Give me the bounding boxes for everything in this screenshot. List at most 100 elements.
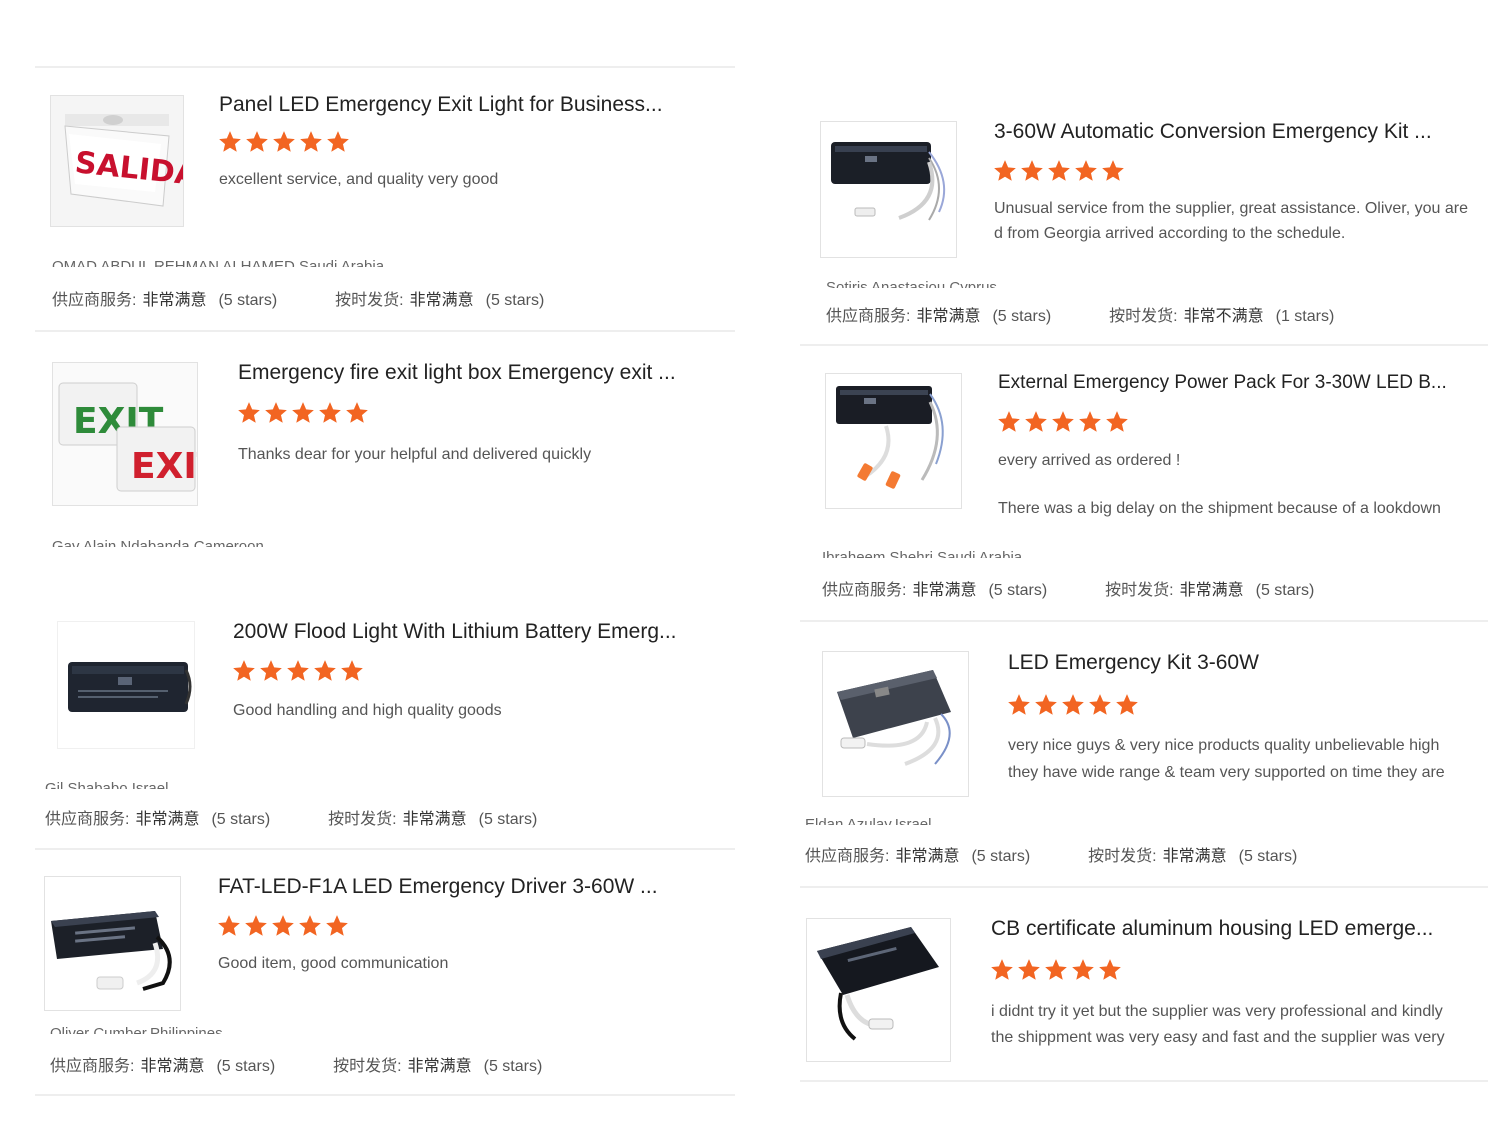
on-time-shipment-stars: (5 stars): [483, 1058, 543, 1075]
star-icon: [319, 402, 341, 423]
star-icon: [1018, 959, 1040, 980]
led-emergency-kit-icon: [823, 652, 968, 796]
rating-stars: [996, 409, 1131, 435]
star-icon: [1116, 694, 1138, 715]
product-title[interactable]: Panel LED Emergency Exit Light for Busin…: [219, 93, 679, 117]
separator: [800, 886, 1488, 888]
reviewer-name: Gil Shababo,Israel: [45, 780, 169, 789]
emergency-driver-box-icon: [58, 622, 194, 748]
star-icon: [1072, 959, 1094, 980]
separator: [35, 1094, 735, 1096]
star-icon: [341, 660, 363, 681]
product-image[interactable]: [57, 621, 195, 749]
star-icon: [246, 131, 268, 152]
rating-stars: [217, 129, 352, 155]
star-icon: [265, 402, 287, 423]
review-comment: Good handling and high quality goods: [233, 702, 502, 719]
review-comment: Unusual service from the supplier, great…: [994, 200, 1468, 217]
star-icon: [1008, 694, 1030, 715]
star-icon: [1045, 959, 1067, 980]
supplier-service-value: 非常满意: [916, 308, 981, 325]
reviewer-name: Gav Alain Ndabanda,Cameroon: [52, 538, 264, 547]
separator: [800, 620, 1488, 622]
star-icon: [260, 660, 282, 681]
supplier-service-value: 非常满意: [142, 292, 207, 309]
on-time-shipment-stars: (5 stars): [1255, 582, 1315, 599]
product-title[interactable]: FAT-LED-F1A LED Emergency Driver 3-60W .…: [218, 875, 688, 899]
reviewer-name: Ibraheem Shehri,Saudi Arabia: [822, 549, 1023, 558]
review-comment: d from Georgia arrived according to the …: [994, 225, 1346, 242]
review-comment: very nice guys & very nice products qual…: [1008, 737, 1440, 754]
supplier-service-label: 供应商服务:: [50, 1058, 135, 1075]
emergency-driver-cable-icon: [45, 877, 180, 1010]
star-icon: [327, 131, 349, 152]
product-title[interactable]: Emergency fire exit light box Emergency …: [238, 361, 728, 385]
star-icon: [1025, 411, 1047, 432]
star-icon: [1106, 411, 1128, 432]
star-icon: [1075, 160, 1097, 181]
rating-summary: 供应商服务: 非常满意 (5 stars) 按时发货: 非常满意 (5 stars): [45, 805, 537, 829]
product-image[interactable]: SALIDA: [50, 95, 184, 227]
on-time-shipment-value: 非常满意: [409, 292, 474, 309]
on-time-shipment-value: 非常满意: [1179, 582, 1244, 599]
rating-summary: 供应商服务: 非常满意 (5 stars) 按时发货: 非常不满意 (1 stars): [826, 302, 1334, 326]
on-time-shipment-label: 按时发货:: [328, 811, 397, 828]
review-comment: they have wide range & team very support…: [1008, 764, 1445, 781]
supplier-service-value: 非常满意: [140, 1058, 205, 1075]
product-title[interactable]: 3-60W Automatic Conversion Emergency Kit…: [994, 120, 1464, 144]
on-time-shipment-value: 非常满意: [402, 811, 467, 828]
star-icon: [287, 660, 309, 681]
supplier-service-stars: (5 stars): [218, 292, 278, 309]
on-time-shipment-stars: (1 stars): [1275, 308, 1335, 325]
product-title[interactable]: External Emergency Power Pack For 3-30W …: [998, 372, 1458, 394]
product-title[interactable]: CB certificate aluminum housing LED emer…: [991, 917, 1471, 941]
star-icon: [300, 131, 322, 152]
reviewer-name: Oliver Cumber,Philippines: [50, 1025, 223, 1034]
rating-summary: 供应商服务: 非常满意 (5 stars) 按时发货: 非常满意 (5 stars): [805, 842, 1297, 866]
separator: [35, 66, 735, 68]
star-icon: [1079, 411, 1101, 432]
product-image[interactable]: [820, 121, 957, 258]
supplier-service-stars: (5 stars): [992, 308, 1052, 325]
star-icon: [245, 915, 267, 936]
review-comment: every arrived as ordered !: [998, 452, 1181, 469]
star-icon: [299, 915, 321, 936]
review-comment: i didnt try it yet but the supplier was …: [991, 1003, 1443, 1020]
on-time-shipment-label: 按时发货:: [1105, 582, 1174, 599]
on-time-shipment-value: 非常不满意: [1183, 308, 1264, 325]
star-icon: [1062, 694, 1084, 715]
product-image[interactable]: [822, 651, 969, 797]
svg-text:EXIT: EXIT: [131, 446, 197, 487]
star-icon: [292, 402, 314, 423]
review-comment: Good item, good communication: [218, 955, 449, 972]
star-icon: [998, 411, 1020, 432]
reviewer-name: Sotiris Anastasiou,Cyprus: [826, 279, 997, 288]
on-time-shipment-stars: (5 stars): [485, 292, 545, 309]
product-image[interactable]: EXIT EXIT: [52, 362, 198, 506]
on-time-shipment-stars: (5 stars): [1238, 848, 1298, 865]
rating-stars: [236, 400, 371, 426]
review-comment: excellent service, and quality very good: [219, 171, 499, 188]
supplier-service-stars: (5 stars): [971, 848, 1031, 865]
separator: [800, 344, 1488, 346]
separator: [800, 1080, 1488, 1082]
product-image[interactable]: [825, 373, 962, 509]
rating-stars: [989, 957, 1124, 983]
product-image[interactable]: [806, 918, 951, 1062]
review-comment: There was a big delay on the shipment be…: [998, 500, 1441, 517]
star-icon: [326, 915, 348, 936]
rating-summary: 供应商服务: 非常满意 (5 stars) 按时发货: 非常满意 (5 stars): [50, 1052, 542, 1076]
product-title[interactable]: 200W Flood Light With Lithium Battery Em…: [233, 620, 713, 644]
product-title[interactable]: LED Emergency Kit 3-60W: [1008, 651, 1468, 675]
supplier-service-label: 供应商服务:: [805, 848, 890, 865]
on-time-shipment-value: 非常满意: [1162, 848, 1227, 865]
star-icon: [219, 131, 241, 152]
on-time-shipment-label: 按时发货:: [1109, 308, 1178, 325]
star-icon: [1099, 959, 1121, 980]
rating-stars: [992, 158, 1127, 184]
star-icon: [273, 131, 295, 152]
on-time-shipment-label: 按时发货:: [335, 292, 404, 309]
product-image[interactable]: [44, 876, 181, 1011]
star-icon: [991, 959, 1013, 980]
rating-stars: [231, 658, 366, 684]
